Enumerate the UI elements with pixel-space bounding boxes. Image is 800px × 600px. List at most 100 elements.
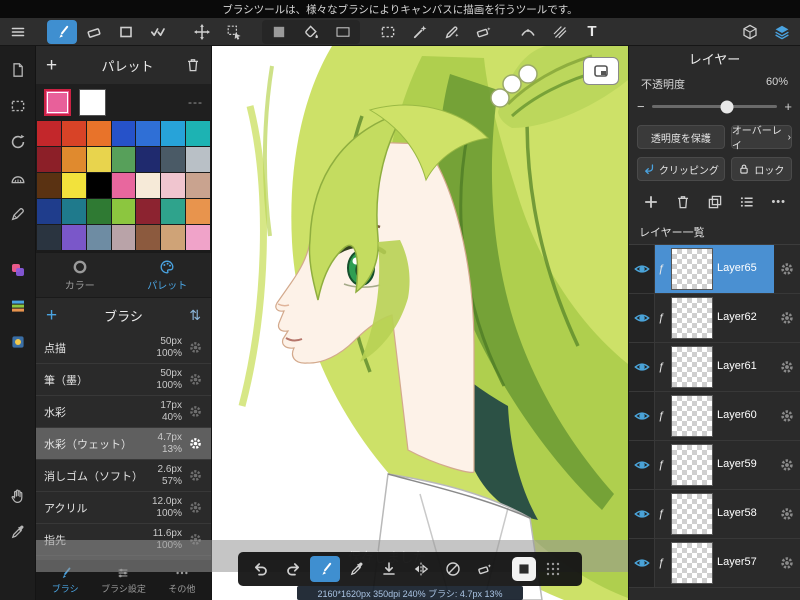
- brush-item[interactable]: 水彩 17px 40%: [36, 396, 211, 428]
- layer-settings-button[interactable]: [774, 392, 800, 440]
- select-rail-button[interactable]: [6, 94, 30, 118]
- ruler-button[interactable]: [6, 166, 30, 190]
- layer-thumbnail[interactable]: [671, 346, 713, 388]
- layer-list-icon[interactable]: [739, 194, 755, 210]
- material-library-button[interactable]: [6, 330, 30, 354]
- layer-settings-button[interactable]: [774, 245, 800, 293]
- brush-item-selected[interactable]: 水彩（ウェット） 4.7px 13%: [36, 428, 211, 460]
- duplicate-layer-icon[interactable]: [707, 194, 723, 210]
- magic-wand-button[interactable]: [405, 20, 435, 44]
- select-eraser-button[interactable]: [469, 20, 499, 44]
- palette-swatch[interactable]: [186, 173, 210, 198]
- add-layer-icon[interactable]: [643, 194, 659, 210]
- layer-thumbnail[interactable]: [671, 248, 713, 290]
- brush-tool-button[interactable]: [47, 19, 77, 44]
- visibility-toggle[interactable]: [629, 245, 655, 293]
- gear-icon[interactable]: [188, 404, 203, 419]
- visibility-toggle[interactable]: [629, 490, 655, 538]
- visibility-toggle[interactable]: [629, 294, 655, 342]
- layer-settings-button[interactable]: [774, 539, 800, 587]
- layer-thumbnail[interactable]: [671, 297, 713, 339]
- toolbar-drag-handle[interactable]: [538, 556, 568, 582]
- palette-swatch[interactable]: [86, 147, 111, 172]
- gear-icon[interactable]: [188, 372, 203, 387]
- layer-row[interactable]: ƒ Layer58: [629, 490, 800, 539]
- layer-settings-button[interactable]: [774, 441, 800, 489]
- layer-row[interactable]: ƒ Layer61: [629, 343, 800, 392]
- select-tool-button[interactable]: [373, 20, 403, 44]
- layer-thumbnail[interactable]: [671, 395, 713, 437]
- opacity-slider-knob[interactable]: [720, 100, 734, 113]
- rotate-canvas-button[interactable]: [6, 130, 30, 154]
- layer-settings-button[interactable]: [774, 294, 800, 342]
- text-tool-button[interactable]: T: [577, 20, 607, 44]
- protect-alpha-button[interactable]: 透明度を保護: [637, 125, 725, 149]
- opacity-minus-button[interactable]: −: [637, 99, 645, 114]
- lock-button[interactable]: ロック: [730, 157, 792, 181]
- polyline-tool-button[interactable]: [143, 20, 173, 44]
- redo-button[interactable]: [278, 556, 308, 582]
- gear-icon[interactable]: [188, 436, 203, 451]
- palette-swatch[interactable]: [37, 147, 61, 172]
- palette-swatch[interactable]: [111, 199, 136, 224]
- color-palette-button[interactable]: [6, 258, 30, 282]
- palette-swatch[interactable]: [111, 173, 136, 198]
- visibility-toggle[interactable]: [629, 343, 655, 391]
- shape-tool-button[interactable]: [111, 20, 141, 44]
- delete-layer-icon[interactable]: [675, 194, 691, 210]
- palette-swatch[interactable]: [61, 121, 86, 146]
- add-brush-button[interactable]: +: [46, 306, 70, 325]
- palette-swatch[interactable]: [111, 147, 136, 172]
- palette-swatch[interactable]: [136, 199, 161, 224]
- palette-swatch[interactable]: [61, 199, 86, 224]
- palette-swatch[interactable]: [136, 173, 161, 198]
- selected-color-swatch[interactable]: [44, 88, 71, 116]
- secondary-color-swatch[interactable]: [79, 88, 106, 116]
- tab-palette[interactable]: パレット: [124, 253, 212, 297]
- layer-thumbnail[interactable]: [671, 444, 713, 486]
- tab-color[interactable]: カラー: [36, 253, 124, 297]
- layer-row[interactable]: ƒ Layer62: [629, 294, 800, 343]
- canvas[interactable]: [212, 46, 628, 600]
- palette-swatch[interactable]: [37, 121, 61, 146]
- palette-swatch[interactable]: [86, 225, 111, 250]
- palette-swatch[interactable]: [186, 147, 210, 172]
- clipping-button[interactable]: クリッピング: [637, 157, 725, 181]
- draw-lock-button[interactable]: [438, 556, 468, 582]
- select-pen-button[interactable]: [437, 20, 467, 44]
- transform-tool-button[interactable]: [219, 20, 249, 44]
- layer-row[interactable]: ƒ Layer59: [629, 441, 800, 490]
- more-options-button[interactable]: •••: [771, 196, 786, 208]
- layer-row[interactable]: ƒ Layer60: [629, 392, 800, 441]
- palette-more-label[interactable]: ---: [188, 95, 203, 109]
- palette-swatch[interactable]: [136, 225, 161, 250]
- gradient-tool-button[interactable]: [328, 20, 358, 44]
- add-palette-button[interactable]: +: [46, 56, 70, 75]
- save-button[interactable]: [374, 556, 404, 582]
- layer-settings-button[interactable]: [774, 343, 800, 391]
- layer-row-selected[interactable]: ƒ Layer65: [629, 245, 800, 294]
- palette-swatch[interactable]: [61, 225, 86, 250]
- gear-icon[interactable]: [188, 340, 203, 355]
- palette-swatch[interactable]: [111, 121, 136, 146]
- brush-item[interactable]: アクリル 12.0px 100%: [36, 492, 211, 524]
- material-panel-button[interactable]: [735, 20, 765, 44]
- flip-canvas-button[interactable]: [406, 556, 436, 582]
- layers-panel-button[interactable]: [767, 20, 797, 44]
- app-badge-button[interactable]: [512, 557, 536, 581]
- palette-swatch[interactable]: [161, 121, 186, 146]
- palette-swatch[interactable]: [86, 121, 111, 146]
- bucket-tool-button[interactable]: [296, 20, 326, 44]
- marker-button[interactable]: [6, 202, 30, 226]
- move-tool-button[interactable]: [187, 20, 217, 44]
- snap-lines-button[interactable]: [545, 20, 575, 44]
- snap-curve-button[interactable]: [513, 20, 543, 44]
- opacity-plus-button[interactable]: +: [784, 99, 792, 114]
- swatch-list-button[interactable]: [6, 294, 30, 318]
- sort-brushes-button[interactable]: ⇅: [177, 307, 201, 324]
- trash-icon[interactable]: [185, 57, 201, 73]
- pages-button[interactable]: [6, 58, 30, 82]
- undo-button[interactable]: [246, 556, 276, 582]
- palette-swatch[interactable]: [86, 199, 111, 224]
- brush-item[interactable]: 消しゴム（ソフト） 2.6px 57%: [36, 460, 211, 492]
